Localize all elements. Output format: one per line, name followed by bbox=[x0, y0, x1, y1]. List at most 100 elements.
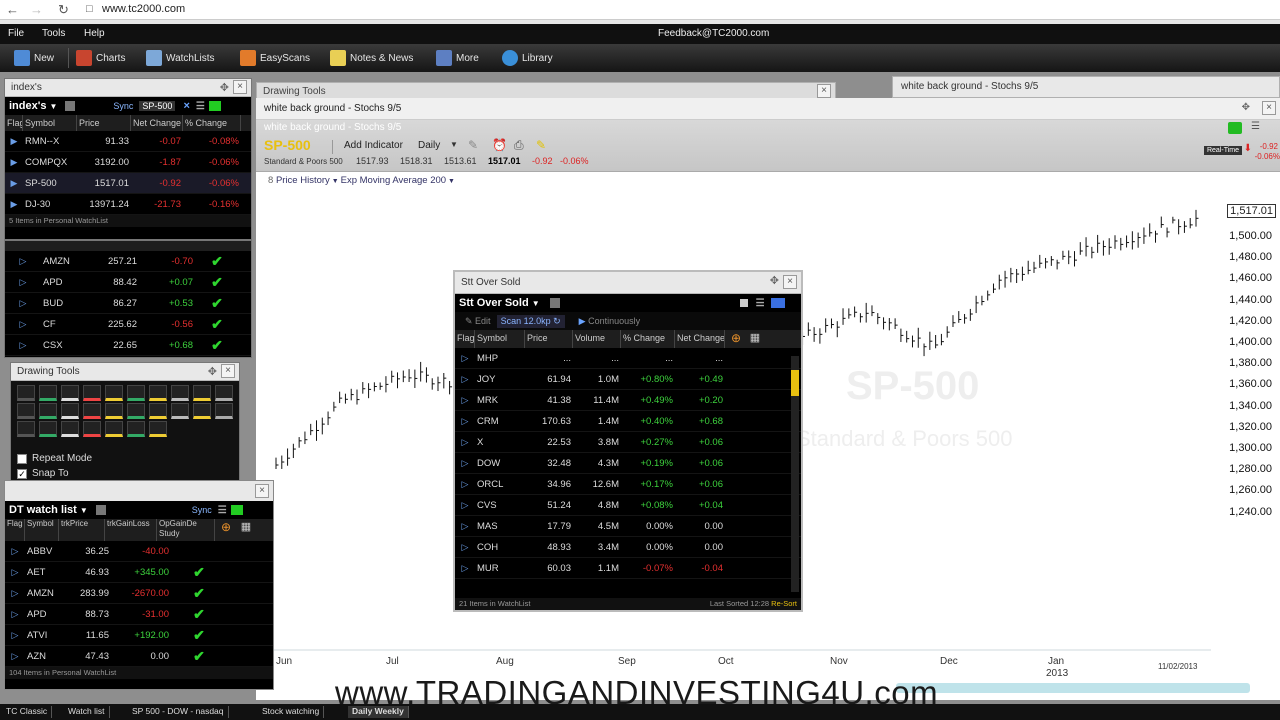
dt-list-name[interactable]: DT watch list bbox=[9, 504, 77, 516]
table-row[interactable]: ▷ MHP............ bbox=[455, 348, 801, 369]
table-row[interactable]: ▷ MUR 60.03 1.1M -0.07% -0.04 bbox=[455, 558, 801, 579]
drawing-tool-icon[interactable] bbox=[215, 403, 233, 419]
drawing-tool-icon[interactable] bbox=[17, 385, 35, 401]
window-icon[interactable] bbox=[739, 299, 748, 307]
drawing-tool-icon[interactable] bbox=[105, 403, 123, 419]
drawing-tool-icon[interactable] bbox=[39, 385, 57, 401]
sync-icon[interactable] bbox=[230, 505, 243, 515]
back-icon[interactable]: ← bbox=[6, 2, 19, 17]
column-header[interactable]: Net Change bbox=[675, 330, 725, 348]
table-row[interactable]: ▶ RMN--X 91.33 -0.07 -0.08% bbox=[5, 131, 251, 152]
feedback-link[interactable]: Feedback@TC2000.com bbox=[658, 28, 769, 39]
drawing-tool-icon[interactable] bbox=[127, 403, 145, 419]
table-row[interactable]: ▷ AMZN 283.99 -2670.00 ✔ bbox=[5, 583, 273, 604]
move-icon[interactable]: ✥ bbox=[770, 274, 779, 287]
close-icon[interactable]: × bbox=[221, 364, 235, 378]
drawing-tool-icon[interactable] bbox=[171, 403, 189, 419]
sync-label[interactable]: Sync bbox=[113, 101, 133, 111]
snap-to-option[interactable]: ✓ Snap To bbox=[17, 468, 69, 479]
column-header[interactable]: trkGainLoss bbox=[105, 519, 157, 541]
drawing-tool-icon[interactable] bbox=[105, 421, 123, 437]
table-row[interactable]: ▷ AMZN 257.21 -0.70 ✔ bbox=[5, 251, 251, 272]
column-header[interactable]: Symbol bbox=[25, 519, 59, 541]
menu-icon[interactable]: ☰ bbox=[756, 298, 765, 309]
flag-icon[interactable]: ▷ bbox=[5, 340, 41, 351]
drawing-tool-icon[interactable] bbox=[127, 421, 145, 437]
move-icon[interactable]: ✥ bbox=[208, 365, 217, 378]
menu-icon[interactable]: ☰ bbox=[218, 505, 227, 516]
table-row[interactable]: ▷ AZN 47.43 0.00 ✔ bbox=[5, 646, 273, 667]
flag-icon[interactable]: ▷ bbox=[5, 588, 25, 599]
forward-icon[interactable]: → bbox=[30, 2, 43, 17]
flag-icon[interactable]: ▷ bbox=[5, 630, 25, 641]
table-row[interactable]: ▷ ORCL 34.96 12.6M +0.17% +0.06 bbox=[455, 474, 801, 495]
flag-icon[interactable]: ▷ bbox=[455, 395, 475, 406]
close-icon[interactable]: × bbox=[233, 80, 247, 94]
notes-news-button[interactable]: Notes & News bbox=[330, 49, 413, 67]
reload-icon[interactable]: ↻ bbox=[58, 2, 69, 18]
flag-icon[interactable]: ▷ bbox=[455, 479, 475, 490]
close-icon[interactable]: × bbox=[255, 484, 269, 498]
drawing-tool-icon[interactable] bbox=[193, 403, 211, 419]
library-button[interactable]: Library bbox=[502, 49, 553, 67]
column-header[interactable]: Price bbox=[77, 115, 131, 131]
column-header[interactable]: Flag bbox=[5, 115, 23, 131]
table-row[interactable]: ▷ MAS 17.79 4.5M 0.00% 0.00 bbox=[455, 516, 801, 537]
table-row[interactable]: ▷ APD 88.73 -31.00 ✔ bbox=[5, 604, 273, 625]
flag-icon[interactable]: ▷ bbox=[455, 353, 475, 364]
table-row[interactable]: ▷ ABBV 36.25 -40.00 bbox=[5, 541, 273, 562]
layout-tab[interactable]: SP 500 - DOW - nasdaq bbox=[128, 706, 229, 718]
snap-to-checkbox[interactable]: ✓ bbox=[17, 468, 27, 479]
flag-icon[interactable]: ▶ bbox=[5, 136, 23, 147]
chevron-down-icon[interactable]: ▼ bbox=[532, 299, 540, 308]
chart-back-tab[interactable]: white back ground - Stochs 9/5 bbox=[892, 76, 1280, 98]
flag-icon[interactable]: ▷ bbox=[5, 546, 25, 557]
sync-target[interactable]: SP-500 bbox=[139, 101, 176, 111]
table-row[interactable]: ▷ DOW 32.48 4.3M +0.19% +0.06 bbox=[455, 453, 801, 474]
scan-list-name[interactable]: Stt Over Sold bbox=[459, 297, 529, 309]
flag-icon[interactable]: ▷ bbox=[5, 256, 41, 267]
column-header[interactable]: % Change bbox=[183, 115, 241, 131]
scan-scrollbar[interactable] bbox=[791, 356, 799, 592]
scrollbar-thumb[interactable] bbox=[791, 370, 799, 396]
table-row[interactable]: ▷ CF 225.62 -0.56 ✔ bbox=[5, 314, 251, 335]
close-icon[interactable]: × bbox=[817, 84, 831, 98]
drawing-tool-icon[interactable] bbox=[149, 421, 167, 437]
column-header[interactable]: Flag bbox=[455, 330, 475, 348]
flag-icon[interactable]: ▷ bbox=[455, 416, 475, 427]
table-row[interactable]: ▷ MRK 41.38 11.4M +0.49% +0.20 bbox=[455, 390, 801, 411]
flag-icon[interactable]: ▶ bbox=[5, 157, 23, 168]
drawing-tool-icon[interactable] bbox=[39, 421, 57, 437]
flag-icon[interactable]: ▷ bbox=[455, 521, 475, 532]
drawing-tool-icon[interactable] bbox=[61, 421, 79, 437]
drawing-tool-icon[interactable] bbox=[149, 385, 167, 401]
move-icon[interactable]: ✥ bbox=[220, 81, 229, 94]
table-row[interactable]: ▷ BUD 86.27 +0.53 ✔ bbox=[5, 293, 251, 314]
column-header[interactable]: trkPrice bbox=[59, 519, 105, 541]
table-row[interactable]: ▷ X 22.53 3.8M +0.27% +0.06 bbox=[455, 432, 801, 453]
drawing-tool-icon[interactable] bbox=[193, 385, 211, 401]
url-text[interactable]: www.tc2000.com bbox=[102, 3, 185, 15]
column-header[interactable]: Symbol bbox=[475, 330, 525, 348]
sync-label[interactable]: Sync bbox=[192, 505, 212, 515]
edit-button[interactable]: ✎ Edit bbox=[465, 316, 491, 327]
drawing-tool-icon[interactable] bbox=[215, 385, 233, 401]
table-row[interactable]: ▶ SP-500 1517.01 -0.92 -0.06% bbox=[5, 173, 251, 194]
column-header[interactable]: % Change bbox=[621, 330, 675, 348]
options-icon[interactable] bbox=[65, 101, 76, 111]
flag-icon[interactable]: ▷ bbox=[455, 542, 475, 553]
drawing-tool-icon[interactable] bbox=[149, 403, 167, 419]
drawing-tool-icon[interactable] bbox=[17, 421, 35, 437]
menu-file[interactable]: File bbox=[8, 28, 24, 39]
index-list-name[interactable]: index's bbox=[9, 100, 46, 112]
close-icon[interactable]: × bbox=[183, 100, 189, 112]
table-row[interactable]: ▷ APD 88.42 +0.07 ✔ bbox=[5, 272, 251, 293]
more-button[interactable]: More bbox=[436, 49, 479, 67]
flag-icon[interactable]: ▷ bbox=[455, 563, 475, 574]
column-header[interactable]: OpGainDe Study bbox=[157, 519, 215, 541]
table-row[interactable]: ▶ COMPQX 3192.00 -1.87 -0.06% bbox=[5, 152, 251, 173]
easyscans-button[interactable]: EasyScans bbox=[240, 49, 310, 67]
table-row[interactable]: ▷ COH 48.93 3.4M 0.00% 0.00 bbox=[455, 537, 801, 558]
grid-icon[interactable]: ▦ bbox=[235, 519, 255, 541]
drawing-tool-icon[interactable] bbox=[83, 385, 101, 401]
